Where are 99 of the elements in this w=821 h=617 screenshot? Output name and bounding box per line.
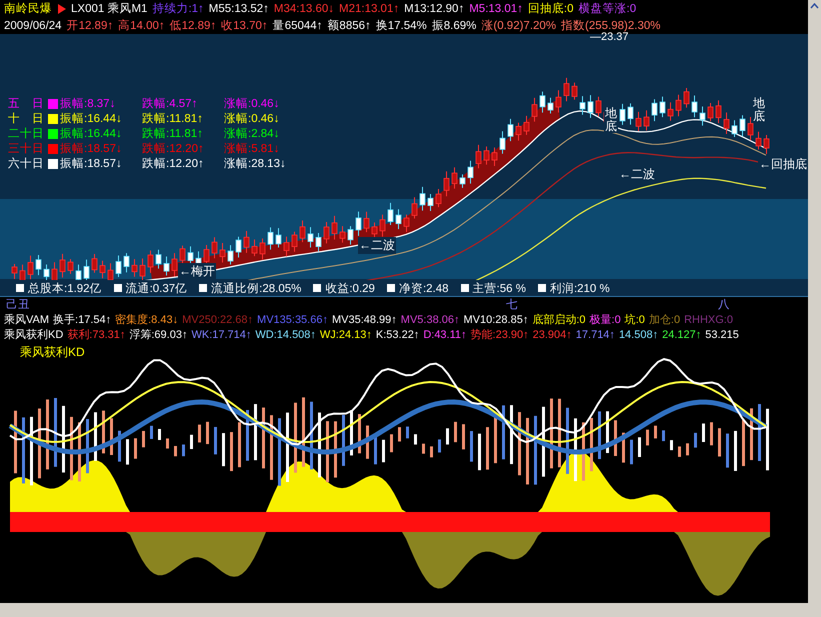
fundamental-text: 流通:0.37亿 (126, 281, 188, 296)
period-label: 三十日 (8, 142, 45, 156)
bullet-icon (386, 284, 395, 292)
legend-square (48, 144, 58, 154)
period-label: 十 日 (8, 112, 45, 126)
indicator-text: MV135:35.66↑ (257, 314, 328, 326)
scroll-up-icon[interactable] (810, 3, 819, 9)
period-label: 六十日 (8, 156, 45, 171)
stat-text: 跌幅:4.57↑ (142, 96, 198, 111)
stat-text: 涨幅:0.46↓ (224, 96, 280, 111)
timeline-label: 八 (718, 298, 730, 312)
stat-text: 涨幅:0.46↓ (224, 112, 280, 126)
stat-text: 跌幅:11.81↑ (142, 126, 204, 141)
quote-text: 指数(255.98)2.30% (561, 18, 660, 32)
header-text: 持续力:1↑ (152, 2, 204, 16)
indicator-text: 53.215 (705, 328, 739, 340)
stat-text: 振幅:16.44↓ (60, 112, 123, 126)
header-text: LX001 乘风M1 (71, 2, 148, 16)
header-text: M21:13.01↑ (339, 2, 400, 14)
chart-annotation: ←梅开 (178, 263, 216, 280)
legend-square (48, 98, 58, 108)
legend-square (48, 114, 58, 124)
quote-text: 收13.70↑ (221, 19, 268, 33)
header-text: M55:13.52↑ (208, 2, 269, 14)
indicator-text: 坑:0 (624, 312, 645, 327)
fundamental-text: 净资:2.48 (398, 282, 449, 296)
indicator-text: 浮筹:69.03↑ (129, 328, 188, 342)
fundamental-text: 主营:56 % (472, 281, 526, 296)
chart-annotation: ←二波 (358, 237, 396, 254)
indicator-text: K:53.22↑ (376, 328, 420, 340)
chart-annotation: 地底 (752, 97, 766, 124)
chart-annotation: 地底 (604, 107, 618, 134)
quote-text: 振8.69% (432, 18, 476, 33)
fundamental-text: 流通比例:28.05% (211, 281, 302, 296)
bullet-icon (538, 284, 546, 292)
indicator-text: 势能:23.90↑ (470, 328, 529, 342)
indicator-text: 14.508↑ (618, 328, 658, 340)
fundamental-text: 总股本:1.92亿 (28, 282, 102, 296)
header-text: 横盘等涨:0 (578, 2, 636, 16)
price-label: —23.37 (590, 31, 629, 43)
stat-text: 涨幅:2.84↓ (224, 126, 280, 141)
quote-text: 额8856↑ (327, 18, 371, 33)
indicator-text: WK:17.714↑ (191, 328, 252, 340)
indicator-text: 底部启动:0 (532, 312, 586, 327)
period-label: 二十日 (8, 126, 45, 141)
indicator-text: 加仓:0 (648, 313, 680, 327)
header-text: M34:13.60↓ (274, 2, 334, 14)
quote-text: 换17.54% (376, 18, 427, 33)
bullet-icon (199, 284, 208, 292)
indicator-text: MV5:38.06↑ (400, 314, 460, 326)
quote-text: 量65044↑ (272, 19, 322, 33)
indicator-text: 换手:17.54↑ (53, 313, 112, 327)
flag-icon (57, 4, 66, 14)
indicator-text: D:43.11↑ (423, 328, 467, 340)
indicator-text: 乘风VAM (4, 313, 50, 327)
indicator-text: 极量:0 (590, 313, 621, 327)
bullet-icon (313, 284, 322, 292)
indicator-title: 乘风获利KD (20, 344, 85, 361)
header-text: M13:12.90↑ (404, 2, 464, 14)
timeline-label: 己丑 (6, 298, 30, 312)
stat-text: 跌幅:11.81↑ (142, 112, 204, 126)
indicator-text: WD:14.508↑ (255, 328, 316, 340)
header-text: 南岭民爆 (4, 2, 52, 16)
header-text: 回抽底:0 (528, 1, 574, 16)
quote-text: 开12.89↑ (66, 19, 114, 33)
stat-text: 跌幅:12.20↑ (142, 142, 205, 156)
quote-text: 高14.00↑ (118, 18, 165, 33)
stat-text: 振幅:8.37↓ (60, 96, 116, 111)
chart-annotation: ←回抽底 (758, 156, 808, 173)
bullet-icon (16, 284, 24, 292)
indicator-text: 24.127↑ (662, 328, 702, 340)
indicator-text: 23.904↑ (532, 328, 572, 340)
header-text: M5:13.01↑ (469, 2, 523, 14)
indicator-text: 获利:73.31↑ (67, 328, 126, 342)
fundamental-text: 收益:0.29 (325, 282, 375, 296)
stat-text: 振幅:16.44↓ (60, 126, 123, 141)
indicator-text: WJ:24.13↑ (320, 328, 372, 340)
indicator-text: 密集度:8.43↓ (115, 312, 178, 327)
quote-text: 2009/06/24 (4, 20, 62, 32)
indicator-text: MV10:28.85↑ (464, 314, 528, 326)
period-label: 五 日 (8, 97, 45, 111)
stat-text: 振幅:18.57↓ (60, 156, 123, 171)
legend-square (48, 128, 58, 138)
stat-text: 跌幅:12.20↑ (142, 156, 205, 171)
indicator-text: MV250:22.68↑ (182, 314, 254, 326)
fundamental-text: 利润:210 % (550, 281, 610, 296)
quote-text: 涨(0.92)7.20% (481, 18, 556, 33)
stat-text: 涨幅:28.13↓ (224, 156, 287, 171)
stat-text: 涨幅:5.81↓ (224, 142, 280, 156)
legend-square (48, 158, 58, 168)
bullet-icon (460, 284, 469, 292)
quote-text: 低12.89↑ (170, 19, 216, 33)
timeline-label: 七 (506, 298, 518, 312)
bullet-icon (114, 284, 122, 292)
stat-text: 振幅:18.57↓ (60, 142, 123, 156)
indicator-text: MV35:48.99↑ (332, 314, 397, 326)
indicator-text: 17.714↑ (576, 328, 615, 340)
indicator-text: RHHXG:0 (684, 314, 733, 326)
indicator-text: 乘风获利KD (4, 328, 64, 342)
